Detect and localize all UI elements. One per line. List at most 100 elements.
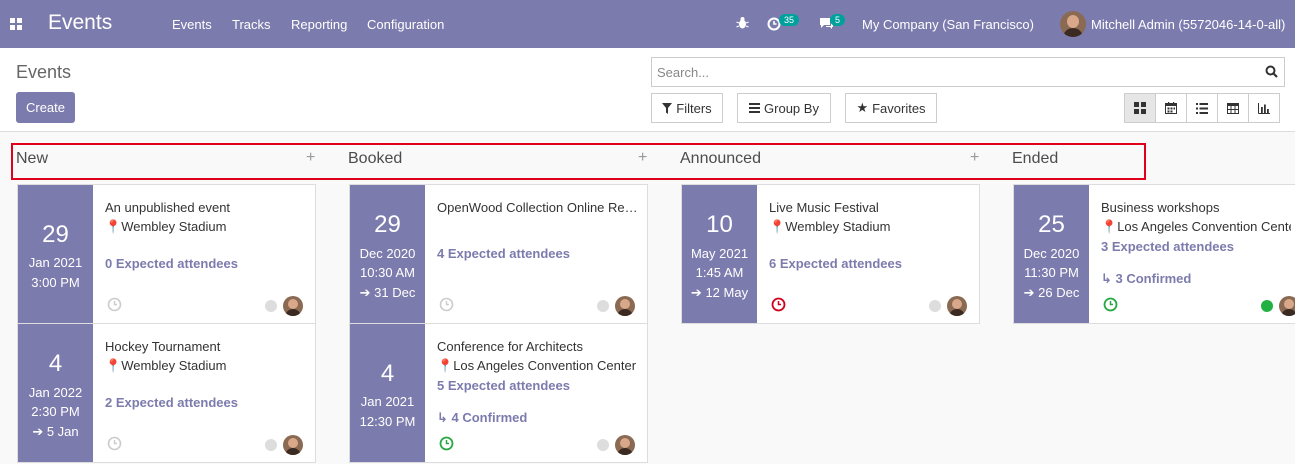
event-title: An unpublished event	[105, 200, 231, 215]
column-header-announced[interactable]: Announced	[680, 150, 761, 168]
event-location-text: Wembley Stadium	[121, 358, 227, 373]
event-title: Business workshops	[1101, 200, 1220, 215]
event-date-box: 25 Dec 2020 11:30 PM ➔ 26 Dec	[1014, 185, 1089, 323]
user-menu[interactable]: Mitchell Admin (5572046-14-0-all)	[1091, 17, 1285, 32]
arrow-right-icon: ➔	[359, 285, 375, 300]
event-location: 📍Wembley Stadium	[105, 358, 315, 374]
state-indicator[interactable]	[265, 300, 277, 312]
event-attendees[interactable]: 4 Expected attendees	[437, 246, 570, 261]
event-month-year: May 2021	[690, 246, 749, 261]
event-end-date: ➔ 31 Dec	[350, 285, 425, 301]
search-icon[interactable]	[1265, 65, 1278, 81]
kanban-board: New + Booked + Announced + Ended 29 Jan …	[0, 133, 1295, 464]
menu-tracks[interactable]: Tracks	[232, 17, 271, 32]
state-indicator[interactable]	[929, 300, 941, 312]
event-date-box: 29 Jan 2021 3:00 PM	[18, 185, 93, 323]
pivot-view-icon[interactable]	[1217, 93, 1249, 123]
event-location-text: Wembley Stadium	[785, 219, 891, 234]
event-card[interactable]: 25 Dec 2020 11:30 PM ➔ 26 Dec Business w…	[1013, 184, 1295, 324]
responsible-avatar	[947, 296, 967, 316]
event-attendees[interactable]: 3 Expected attendees	[1101, 239, 1234, 254]
event-end-text: 5 Jan	[46, 424, 79, 439]
event-time: 3:00 PM	[31, 275, 80, 290]
debug-bug-icon[interactable]	[736, 16, 749, 33]
graph-view-icon[interactable]	[1248, 93, 1280, 123]
event-title: Hockey Tournament	[105, 339, 221, 354]
column-header-ended[interactable]: Ended	[1012, 150, 1058, 168]
menu-events[interactable]: Events	[172, 17, 212, 32]
state-indicator[interactable]	[597, 300, 609, 312]
event-title: Conference for Architects	[437, 339, 583, 354]
activity-clock-icon[interactable]	[439, 297, 454, 312]
event-attendees[interactable]: 6 Expected attendees	[769, 256, 902, 271]
state-indicator[interactable]	[265, 439, 277, 451]
activity-clock-icon[interactable]	[107, 436, 122, 451]
calendar-view-icon[interactable]	[1155, 93, 1187, 123]
event-attendees[interactable]: 2 Expected attendees	[105, 395, 238, 410]
activity-clock-icon[interactable]	[771, 297, 786, 312]
activity-clock-icon[interactable]	[1103, 297, 1118, 312]
event-time: 11:30 PM	[1024, 265, 1079, 280]
event-month-year: Jan 2021	[28, 255, 83, 270]
message-count-badge: 5	[830, 14, 846, 26]
event-card[interactable]: 4 Jan 2022 2:30 PM ➔ 5 Jan Hockey Tourna…	[17, 323, 316, 463]
search-box	[651, 57, 1285, 87]
event-title: OpenWood Collection Online Reveal	[437, 200, 642, 215]
event-confirmed[interactable]: ↳ 4 Confirmed	[437, 410, 527, 426]
event-day: 4	[48, 350, 63, 377]
event-day: 4	[380, 360, 395, 387]
add-card-plus-icon[interactable]: +	[306, 149, 315, 167]
star-icon: ★	[856, 100, 869, 115]
menu-configuration[interactable]: Configuration	[367, 17, 444, 32]
favorites-label: Favorites	[872, 100, 926, 116]
event-card[interactable]: 29 Jan 2021 3:00 PM An unpublished event…	[17, 184, 316, 324]
event-end-text: 31 Dec	[374, 285, 416, 300]
event-confirmed[interactable]: ↳ 3 Confirmed	[1101, 271, 1191, 287]
column-header-booked[interactable]: Booked	[348, 150, 402, 168]
event-card[interactable]: 4 Jan 2021 12:30 PM Conference for Archi…	[349, 323, 648, 463]
menu-reporting[interactable]: Reporting	[291, 17, 347, 32]
add-card-plus-icon[interactable]: +	[970, 149, 979, 167]
map-marker-icon: 📍	[105, 358, 122, 373]
search-input[interactable]	[652, 58, 1252, 86]
apps-menu-icon[interactable]	[10, 18, 23, 31]
column-header-new[interactable]: New	[16, 150, 48, 168]
state-indicator[interactable]	[1261, 300, 1273, 312]
event-card[interactable]: 29 Dec 2020 10:30 AM ➔ 31 Dec OpenWood C…	[349, 184, 648, 324]
groupby-button[interactable]: Group By	[737, 93, 831, 123]
event-location: 📍Wembley Stadium	[105, 219, 315, 235]
map-marker-icon: 📍	[1101, 219, 1118, 234]
event-title: Live Music Festival	[769, 200, 879, 215]
create-button[interactable]: Create	[16, 92, 75, 123]
responsible-avatar	[283, 435, 303, 455]
activity-clock-icon[interactable]	[107, 297, 122, 312]
event-end-text: 12 May	[705, 285, 749, 300]
activity-count-badge: 35	[779, 14, 800, 26]
event-location: 📍Los Angeles Convention Center	[437, 358, 647, 374]
event-attendees[interactable]: 0 Expected attendees	[105, 256, 238, 271]
event-location: 📍Los Angeles Convention Center	[1101, 219, 1291, 235]
page-title: Events	[16, 62, 72, 82]
event-end-date: ➔ 12 May	[682, 285, 757, 301]
arrow-right-icon: ➔	[1023, 285, 1039, 300]
event-day: 25	[1038, 211, 1065, 238]
event-month-year: Jan 2022	[28, 385, 83, 400]
company-switcher[interactable]: My Company (San Francisco)	[862, 17, 1034, 32]
event-day: 29	[374, 211, 401, 238]
event-location-text: Los Angeles Convention Center	[453, 358, 637, 373]
event-time: 1:45 AM	[695, 265, 744, 280]
favorites-button[interactable]: ★ Favorites	[845, 93, 937, 123]
list-view-icon[interactable]	[1186, 93, 1218, 123]
event-month-year: Jan 2021	[360, 394, 415, 409]
filters-button[interactable]: Filters	[651, 93, 723, 123]
add-card-plus-icon[interactable]: +	[638, 149, 647, 167]
event-card[interactable]: 10 May 2021 1:45 AM ➔ 12 May Live Music …	[681, 184, 980, 324]
user-avatar[interactable]	[1060, 11, 1086, 37]
kanban-view-icon[interactable]	[1124, 93, 1156, 123]
event-confirmed-text: 4 Confirmed	[451, 410, 528, 425]
activity-clock-icon[interactable]	[439, 436, 454, 451]
event-confirmed-text: 3 Confirmed	[1115, 271, 1192, 286]
state-indicator[interactable]	[597, 439, 609, 451]
filters-label: Filters	[676, 100, 712, 116]
event-attendees[interactable]: 5 Expected attendees	[437, 378, 570, 393]
